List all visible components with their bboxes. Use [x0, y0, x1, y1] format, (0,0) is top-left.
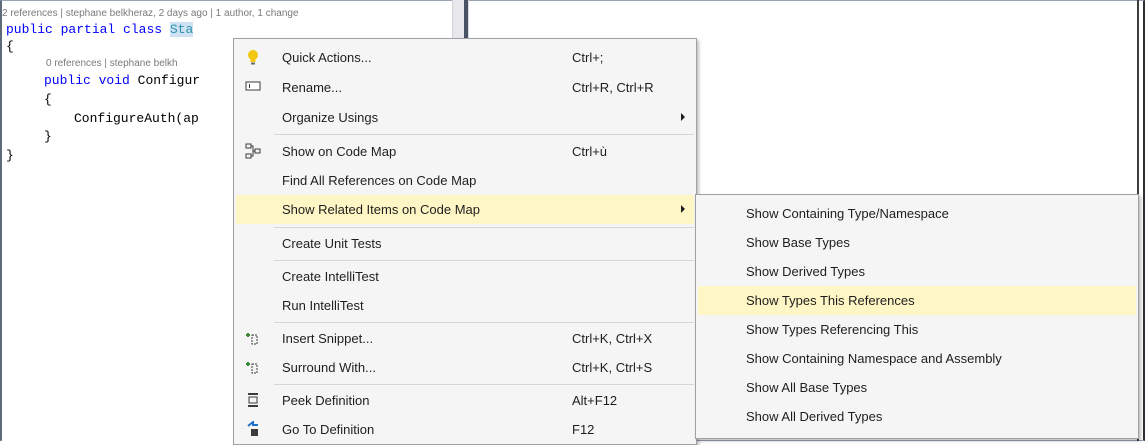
- menu-item-find-all-references-on-code-map[interactable]: Find All References on Code Map: [236, 166, 694, 195]
- submenu-related-items: Show Containing Type/Namespace Show Base…: [695, 194, 1139, 439]
- submenu-item-label: Show Derived Types: [746, 264, 865, 279]
- submenu-item-label: Show Containing Type/Namespace: [746, 206, 949, 221]
- menu-item-run-intellitest[interactable]: Run IntelliTest: [236, 291, 694, 320]
- submenu-item-show-derived-types[interactable]: Show Derived Types: [698, 257, 1136, 286]
- menu-separator: [274, 260, 694, 261]
- submenu-arrow-icon: [681, 113, 685, 121]
- code-line-brace-open-2: {: [44, 92, 52, 107]
- menu-item-shortcut: Ctrl+K, Ctrl+X: [572, 331, 653, 346]
- menu-item-quick-actions[interactable]: Quick Actions... Ctrl+;: [236, 43, 694, 72]
- menu-separator: [274, 322, 694, 323]
- menu-item-label: Organize Usings: [282, 110, 379, 125]
- menu-item-label: Quick Actions...: [282, 50, 372, 65]
- menu-item-organize-usings[interactable]: Organize Usings: [236, 103, 694, 132]
- menu-item-show-on-code-map[interactable]: Show on Code Map Ctrl+ù: [236, 137, 694, 166]
- menu-item-insert-snippet[interactable]: Insert Snippet... Ctrl+K, Ctrl+X: [236, 324, 694, 353]
- codelens-method[interactable]: 0 references | stephane belkh: [46, 58, 178, 69]
- class-name[interactable]: Sta: [169, 22, 194, 37]
- submenu-item-show-base-types[interactable]: Show Base Types: [698, 228, 1136, 257]
- menu-item-show-related-items-on-code-map[interactable]: Show Related Items on Code Map: [236, 195, 694, 224]
- code-line-brace-close: }: [6, 148, 14, 163]
- insert-snippet-icon: [244, 330, 262, 348]
- menu-item-label: Run IntelliTest: [282, 298, 364, 313]
- code-line-class: public partial class Sta: [6, 22, 194, 37]
- submenu-item-show-containing-namespace-and-assembly[interactable]: Show Containing Namespace and Assembly: [698, 344, 1136, 373]
- submenu-item-label: Show Base Types: [746, 235, 850, 250]
- menu-item-label: Peek Definition: [282, 393, 370, 408]
- menu-item-shortcut: F12: [572, 422, 595, 437]
- menu-item-peek-definition[interactable]: Peek Definition Alt+F12: [236, 386, 694, 415]
- method-name[interactable]: Configur: [138, 73, 200, 88]
- submenu-item-show-all-derived-types[interactable]: Show All Derived Types: [698, 402, 1136, 431]
- menu-item-label: Find All References on Code Map: [282, 173, 477, 188]
- submenu-item-show-all-base-types[interactable]: Show All Base Types: [698, 373, 1136, 402]
- menu-separator: [274, 227, 694, 228]
- lightbulb-icon: [244, 49, 262, 67]
- submenu-item-label: Show Types Referencing This: [746, 322, 919, 337]
- menu-item-shortcut: Ctrl+R, Ctrl+R: [572, 80, 654, 95]
- menu-item-shortcut: Alt+F12: [572, 393, 618, 408]
- menu-item-label: Create IntelliTest: [282, 269, 379, 284]
- menu-item-create-intellitest[interactable]: Create IntelliTest: [236, 262, 694, 291]
- menu-item-shortcut: Ctrl+ù: [572, 144, 608, 159]
- menu-item-label: Surround With...: [282, 360, 376, 375]
- submenu-item-label: Show All Derived Types: [746, 409, 883, 424]
- code-line-call: ConfigureAuth(ap: [74, 111, 199, 126]
- submenu-item-label: Show All Base Types: [746, 380, 868, 395]
- menu-item-label: Show Related Items on Code Map: [282, 202, 480, 217]
- code-line-method: public void Configur: [44, 73, 200, 88]
- menu-item-label: Go To Definition: [282, 422, 375, 437]
- keyword-class: class: [123, 22, 163, 37]
- peek-definition-icon: [244, 392, 262, 410]
- submenu-item-show-containing-type-namespace[interactable]: Show Containing Type/Namespace: [698, 199, 1136, 228]
- menu-item-label: Create Unit Tests: [282, 236, 382, 251]
- code-line-brace-open: {: [6, 39, 14, 54]
- submenu-arrow-icon: [681, 205, 685, 213]
- menu-item-shortcut: Ctrl+;: [572, 50, 604, 65]
- code-map-icon: [244, 143, 262, 161]
- submenu-item-show-types-this-references[interactable]: Show Types This References: [698, 286, 1136, 315]
- code-line-brace-close-2: }: [44, 129, 52, 144]
- menu-item-label: Show on Code Map: [282, 144, 397, 159]
- menu-item-surround-with[interactable]: Surround With... Ctrl+K, Ctrl+S: [236, 353, 694, 382]
- submenu-item-label: Show Types This References: [746, 293, 915, 308]
- submenu-item-show-types-referencing-this[interactable]: Show Types Referencing This: [698, 315, 1136, 344]
- context-menu: Quick Actions... Ctrl+; Rename... Ctrl+R…: [233, 38, 697, 445]
- surround-with-icon: [244, 359, 262, 377]
- menu-separator: [274, 384, 694, 385]
- rename-icon: [244, 79, 262, 97]
- go-to-definition-icon: [244, 419, 262, 439]
- menu-item-rename[interactable]: Rename... Ctrl+R, Ctrl+R: [236, 73, 694, 102]
- menu-separator: [274, 134, 694, 135]
- keyword-void: void: [98, 73, 130, 88]
- menu-item-shortcut: Ctrl+K, Ctrl+S: [572, 360, 653, 375]
- menu-item-label: Rename...: [282, 80, 342, 95]
- menu-item-label: Insert Snippet...: [282, 331, 374, 346]
- menu-item-create-unit-tests[interactable]: Create Unit Tests: [236, 229, 694, 258]
- submenu-item-label: Show Containing Namespace and Assembly: [746, 351, 1002, 366]
- menu-item-go-to-definition[interactable]: Go To Definition F12: [236, 415, 694, 444]
- keyword-public: public: [44, 73, 91, 88]
- keyword-partial: partial: [60, 22, 116, 37]
- codelens-class[interactable]: 2 references | stephane belkheraz, 2 day…: [2, 8, 299, 19]
- keyword-public: public: [6, 22, 53, 37]
